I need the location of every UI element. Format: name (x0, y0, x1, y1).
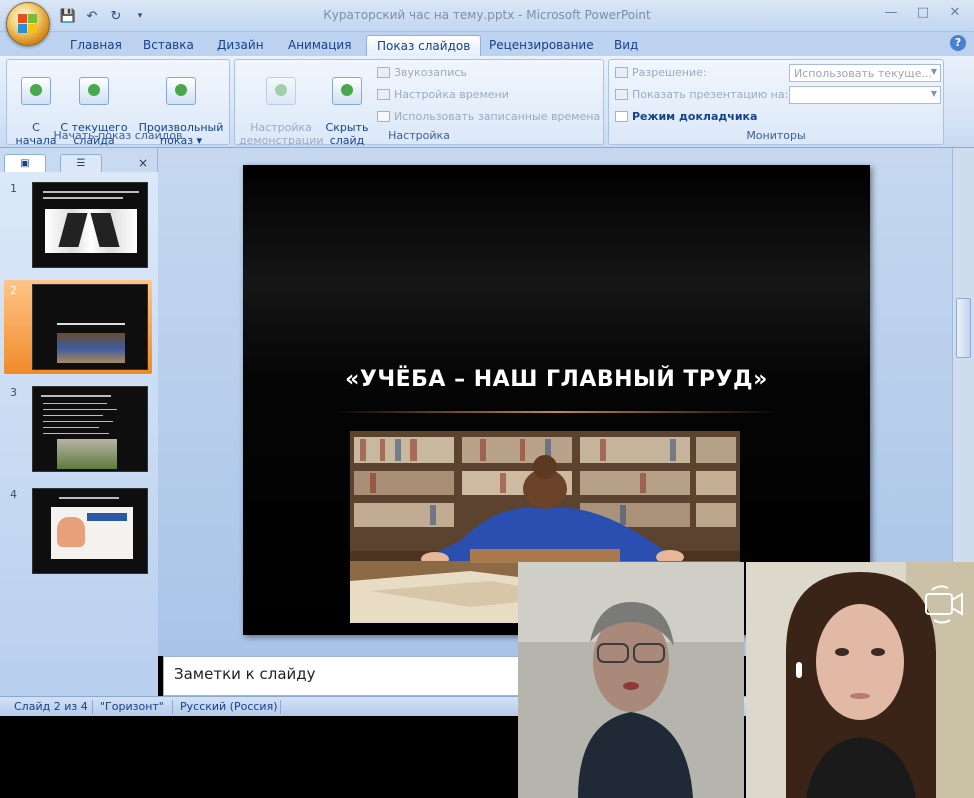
custom-show-icon (166, 77, 196, 105)
resolution-label: Разрешение: (615, 64, 707, 82)
show-on-dropdown[interactable]: ▼ (789, 86, 941, 104)
notes-pane[interactable]: Заметки к слайду (163, 656, 523, 696)
panel-tabs: ▣ ☰ × (4, 154, 154, 172)
presenter-view-checkbox[interactable]: Режим докладчика (615, 108, 757, 126)
show-on-label: Показать презентацию на: (615, 86, 788, 104)
close-icon[interactable]: × (138, 156, 148, 170)
projector-icon (615, 89, 628, 100)
tab-outline[interactable]: ☰ (60, 154, 102, 172)
camera-switch-icon[interactable] (922, 582, 966, 626)
slide-thumbnail-image (32, 488, 148, 574)
record-narration-button[interactable]: Звукозапись (377, 64, 467, 82)
participant-video-feed (518, 562, 744, 798)
group-setup: Настройка демонстрации Скрыть слайд Звук… (234, 59, 604, 147)
slide-title[interactable]: «УЧЁБА – НАШ ГЛАВНЫЙ ТРУД» (243, 367, 870, 392)
rehearse-timings-button[interactable]: Настройка времени (377, 86, 509, 104)
group-label-monitors: Мониторы (746, 129, 806, 142)
tab-view[interactable]: Вид (604, 35, 648, 56)
setup-show-icon (266, 77, 296, 105)
timer-icon (377, 89, 390, 100)
slide-thumbnails: 1 2 3 4 (0, 172, 158, 696)
office-button[interactable] (6, 2, 50, 46)
use-timings-checkbox[interactable]: Использовать записанные времена (377, 108, 600, 126)
slide-thumbnail[interactable]: 4 (4, 484, 152, 578)
close-icon[interactable]: ✕ (944, 4, 966, 22)
tab-slides[interactable]: ▣ (4, 154, 46, 172)
tab-review[interactable]: Рецензирование (479, 35, 604, 56)
resolution-dropdown[interactable]: Использовать текуще... ▼ (789, 64, 941, 82)
window-controls: — □ ✕ (880, 4, 966, 22)
video-tile-participant-2[interactable] (746, 562, 974, 798)
slide-thumbnail[interactable]: 1 (4, 178, 152, 272)
microphone-icon (377, 67, 390, 78)
slide-thumbnail-image (32, 284, 148, 370)
tab-slideshow[interactable]: Показ слайдов (366, 35, 482, 56)
window-title: Кураторский час на тему.pptx - Microsoft… (323, 8, 651, 22)
outline-icon: ☰ (76, 158, 86, 169)
slideshow-start-icon (21, 77, 51, 105)
maximize-icon[interactable]: □ (912, 4, 934, 22)
ribbon-tabs: Главная Вставка Дизайн Анимация Показ сл… (0, 32, 974, 56)
title-bar: 💾 ↶ ↻ ▾ Кураторский час на тему.pptx - M… (0, 0, 974, 32)
chevron-down-icon: ▼ (930, 67, 937, 76)
group-start-slideshow: С начала С текущего слайда Произвольный … (6, 59, 230, 147)
ribbon: С начала С текущего слайда Произвольный … (0, 56, 974, 148)
monitor-icon (615, 67, 628, 78)
slide-divider (333, 411, 780, 413)
slide-thumbnail[interactable]: 3 (4, 382, 152, 476)
help-icon[interactable]: ? (950, 35, 966, 51)
tab-design[interactable]: Дизайн (207, 35, 274, 56)
slides-panel: ▣ ☰ × 1 2 3 4 (0, 148, 158, 696)
slides-icon: ▣ (20, 158, 30, 169)
theme-name[interactable]: "Горизонт" (100, 700, 164, 713)
slide-thumbnail-image (32, 386, 148, 472)
tab-home[interactable]: Главная (60, 35, 132, 56)
minimize-icon[interactable]: — (880, 4, 902, 22)
group-label-setup: Настройка (388, 129, 450, 142)
chevron-down-icon: ▼ (930, 89, 937, 98)
slide-counter: Слайд 2 из 4 (14, 700, 88, 713)
slide-thumbnail-image (32, 182, 148, 268)
group-label-start: Начать показ слайдов (53, 129, 183, 142)
video-tile-participant-1[interactable] (518, 562, 744, 798)
office-logo-icon (18, 14, 38, 34)
checkbox-unchecked-icon (615, 111, 628, 122)
hide-slide-icon (332, 77, 362, 105)
tab-animation[interactable]: Анимация (278, 35, 361, 56)
notes-placeholder: Заметки к слайду (174, 665, 316, 683)
scrollbar-thumb[interactable] (956, 298, 971, 358)
slide-thumbnail-selected[interactable]: 2 (4, 280, 152, 374)
checkbox-checked-icon (377, 111, 390, 122)
slideshow-current-icon (79, 77, 109, 105)
group-monitors: Разрешение: Использовать текуще... ▼ Пока… (608, 59, 944, 145)
tab-insert[interactable]: Вставка (133, 35, 204, 56)
language-indicator[interactable]: Русский (Россия) (180, 700, 278, 713)
